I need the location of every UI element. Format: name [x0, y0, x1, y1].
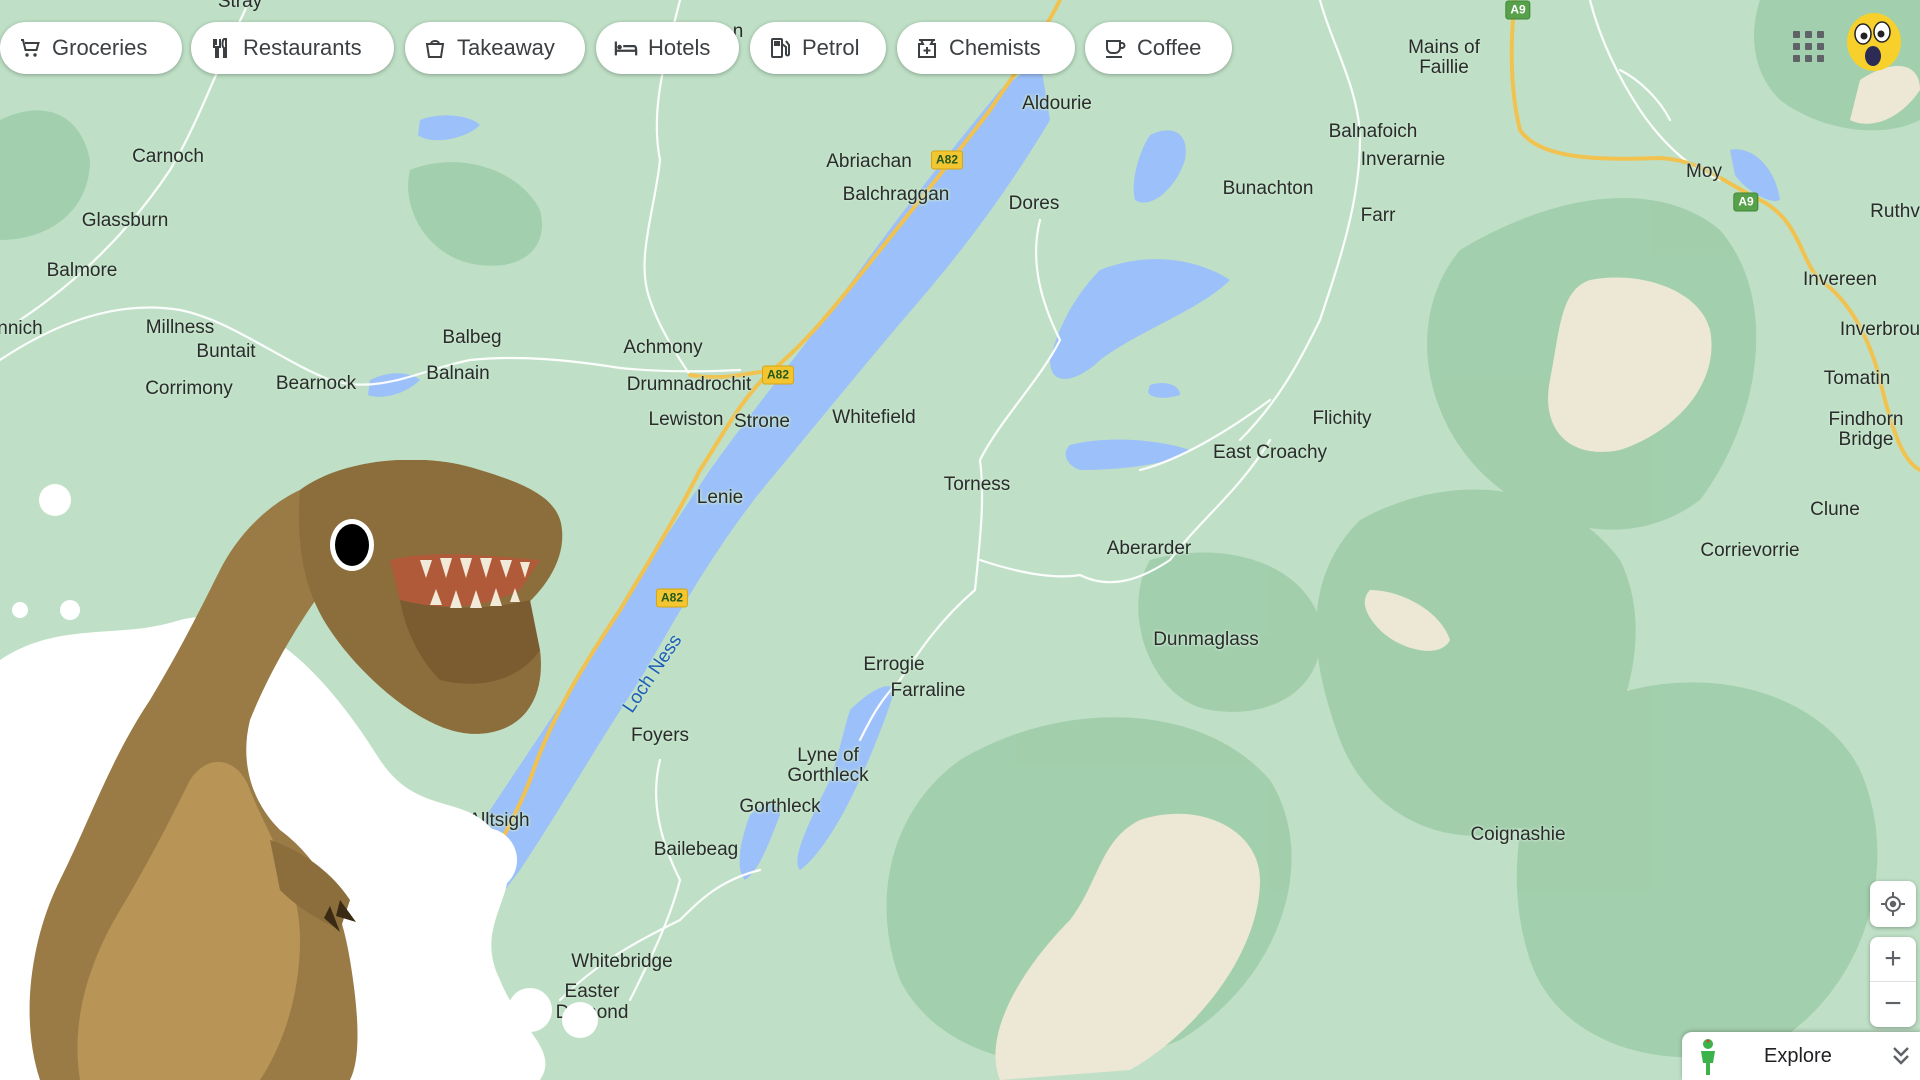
place-label[interactable]: Farr [1361, 206, 1396, 226]
chip-petrol[interactable]: Petrol [750, 22, 886, 74]
coffee-cup-icon [1103, 36, 1127, 60]
chip-label: Coffee [1137, 35, 1202, 60]
place-label[interactable]: Inverbrou [1840, 320, 1920, 340]
chip-label: Chemists [949, 35, 1041, 60]
place-label[interactable]: Torness [944, 475, 1011, 495]
place-label[interactable]: Dunmaglass [1153, 630, 1259, 650]
chevron-double-down-icon[interactable] [1890, 1044, 1912, 1068]
place-label[interactable]: Tomatin [1824, 369, 1891, 389]
chip-label: Restaurants [243, 35, 362, 60]
place-label[interactable]: Mains of Faillie [1389, 38, 1499, 78]
bed-icon [614, 36, 638, 60]
road-shield-a82: A82 [930, 150, 964, 170]
place-label[interactable]: Millness [146, 318, 215, 338]
apps-grid-icon[interactable] [1790, 28, 1826, 64]
place-label[interactable]: Invereen [1803, 270, 1877, 290]
place-label[interactable]: Balchraggan [843, 185, 950, 205]
place-label[interactable]: Balmore [47, 261, 118, 281]
place-label[interactable]: Balnain [426, 364, 489, 384]
place-label[interactable]: Findhorn Bridge [1816, 410, 1916, 450]
zoom-in-button[interactable]: + [1870, 937, 1916, 982]
place-label[interactable]: Errogie [863, 655, 924, 675]
road-shield-a9: A9 [1733, 192, 1759, 212]
place-label[interactable]: Balbeg [442, 328, 501, 348]
place-label[interactable]: Buntait [196, 342, 255, 362]
place-label[interactable]: Abriachan [826, 152, 912, 172]
road-shield-a82: A82 [761, 365, 795, 385]
place-label[interactable]: Inverarnie [1361, 150, 1446, 170]
place-label[interactable]: Corrievorrie [1700, 541, 1799, 561]
place-label[interactable]: Farraline [891, 681, 966, 701]
chip-label: Petrol [802, 35, 860, 60]
fork-knife-icon [209, 36, 233, 60]
place-label[interactable]: Clune [1810, 500, 1860, 520]
pegman-icon[interactable] [1696, 1038, 1720, 1076]
place-label[interactable]: Moy [1686, 162, 1722, 182]
place-label[interactable]: Stray [218, 0, 262, 12]
explore-panel[interactable]: Explore [1682, 1032, 1920, 1080]
my-location-icon [1881, 892, 1905, 916]
explore-label: Explore [1764, 1044, 1832, 1067]
place-label[interactable]: Bearnock [276, 374, 356, 394]
place-label[interactable]: Ruthv [1870, 202, 1920, 222]
chip-restaurants[interactable]: Restaurants [191, 22, 394, 74]
road-shield-a9: A9 [1505, 0, 1531, 20]
place-label[interactable]: Bunachton [1223, 179, 1314, 199]
place-label[interactable]: Whitefield [832, 408, 915, 428]
chip-label: Hotels [648, 35, 711, 60]
place-label[interactable]: Glassburn [82, 211, 169, 231]
chip-hotels[interactable]: Hotels [596, 22, 739, 74]
place-label[interactable]: Achmony [623, 338, 702, 358]
pharmacy-icon [915, 36, 939, 60]
zoom-controls: + − [1870, 937, 1916, 1027]
place-label[interactable]: Dores [1009, 194, 1060, 214]
cart-icon [18, 36, 42, 60]
place-label[interactable]: Flichity [1312, 409, 1371, 429]
chip-chemists[interactable]: Chemists [897, 22, 1075, 74]
chip-groceries[interactable]: Groceries [0, 22, 182, 74]
place-label[interactable]: Aberarder [1107, 539, 1192, 559]
chip-coffee[interactable]: Coffee [1085, 22, 1232, 74]
place-label[interactable]: Lewiston [649, 410, 724, 430]
place-label[interactable]: Corrimony [145, 379, 233, 399]
place-label[interactable]: Carnoch [132, 147, 204, 167]
place-label[interactable]: Coignashie [1470, 825, 1565, 845]
chip-takeaway[interactable]: Takeaway [405, 22, 585, 74]
place-label[interactable]: nnich [0, 319, 43, 339]
place-label[interactable]: Balnafoich [1329, 122, 1418, 142]
surprised-face-avatar-icon[interactable] [1846, 12, 1902, 72]
my-location-button[interactable] [1870, 881, 1916, 927]
place-label[interactable]: East Croachy [1213, 443, 1327, 463]
place-label[interactable]: Lyne of Gorthleck [773, 746, 883, 786]
fuel-pump-icon [768, 36, 792, 60]
chip-label: Takeaway [457, 35, 555, 60]
takeaway-bag-icon [423, 36, 447, 60]
place-label[interactable]: Aldourie [1022, 94, 1092, 114]
chip-label: Groceries [52, 35, 148, 60]
place-label[interactable]: Drumnadrochit [627, 375, 752, 395]
dinosaur-sticker [0, 460, 598, 1080]
zoom-out-button[interactable]: − [1870, 982, 1916, 1026]
place-label[interactable]: Strone [734, 412, 790, 432]
